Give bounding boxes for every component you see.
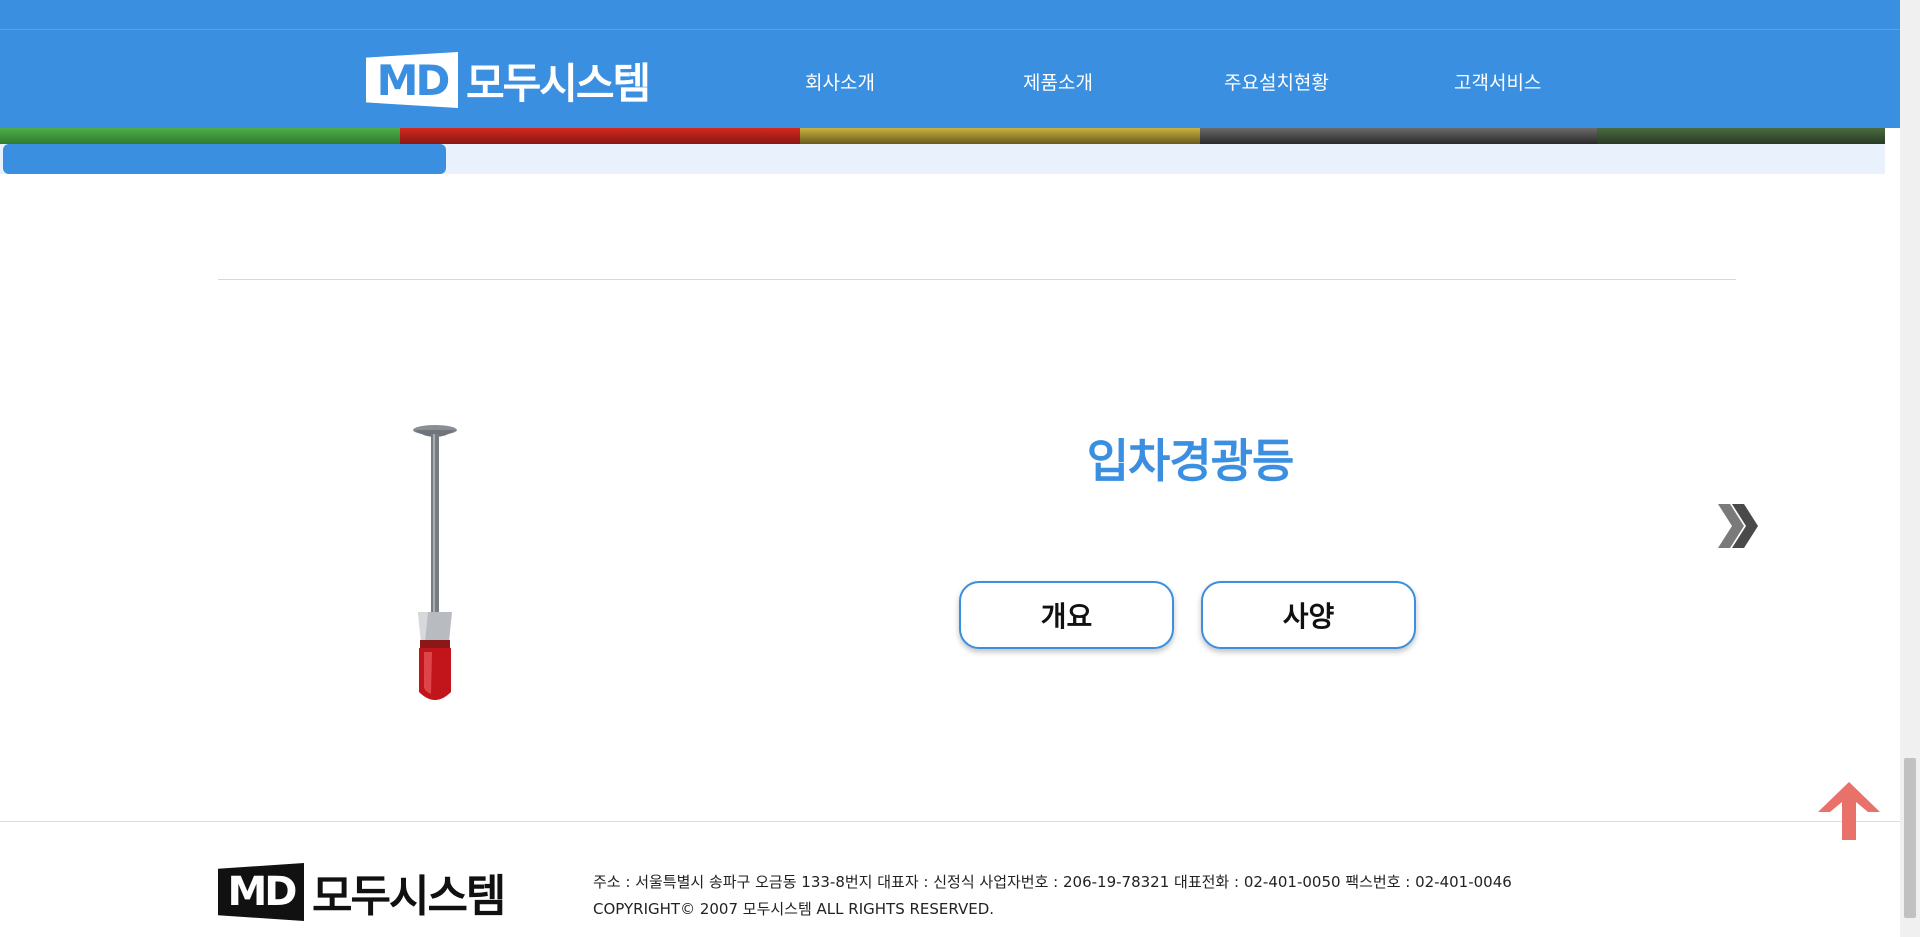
logo-mark: MD: [366, 52, 458, 108]
warning-light-image: [413, 425, 457, 700]
banner-image: [400, 128, 800, 144]
footer-info: 주소 : 서울특별시 송파구 오금동 133-8번지 대표자 : 신정식 사업자…: [593, 869, 1512, 923]
banner-image: [0, 128, 400, 144]
nav-customer-service[interactable]: 고객서비스: [1454, 68, 1541, 95]
next-chevron-icon[interactable]: [1716, 500, 1760, 552]
product-title: 입차경광등: [1086, 434, 1295, 488]
page-scrollbar-thumb[interactable]: [1904, 758, 1916, 918]
site-header: MD 모두시스템 회사소개 제품소개 주요설치현황 고객서비스: [0, 30, 1900, 128]
nav-products[interactable]: 제품소개: [1023, 68, 1093, 95]
spec-button[interactable]: 사양: [1201, 581, 1416, 649]
banner-image-strip: [0, 128, 1885, 144]
footer-divider: [0, 821, 1900, 822]
nav-installations[interactable]: 주요설치현황: [1224, 68, 1329, 95]
banner-scrollbar[interactable]: [0, 144, 1885, 174]
logo-text: 모두시스템: [466, 58, 651, 108]
footer-logo: MD 모두시스템: [218, 860, 506, 924]
footer-copyright: COPYRIGHT© 2007 모두시스템 ALL RIGHTS RESERVE…: [593, 900, 995, 918]
logo-mark-text: MD: [376, 55, 451, 105]
page-scrollbar[interactable]: [1900, 0, 1920, 937]
section-divider: [218, 279, 1736, 280]
banner-image: [800, 128, 1200, 144]
footer-logo-mark-text: MD: [227, 869, 297, 915]
banner-image: [1200, 128, 1597, 144]
site-logo[interactable]: MD 모두시스템: [366, 50, 651, 110]
footer-logo-text: 모두시스템: [312, 871, 506, 922]
footer-logo-mark: MD: [218, 863, 304, 921]
banner-scroll-thumb[interactable]: [3, 144, 446, 174]
footer-address: 주소 : 서울특별시 송파구 오금동 133-8번지 대표자 : 신정식 사업자…: [593, 873, 1512, 891]
overview-button[interactable]: 개요: [959, 581, 1174, 649]
scroll-to-top-icon[interactable]: [1816, 780, 1882, 842]
nav-company[interactable]: 회사소개: [805, 68, 875, 95]
top-strip: [0, 0, 1900, 30]
banner-image: [1597, 128, 1885, 144]
